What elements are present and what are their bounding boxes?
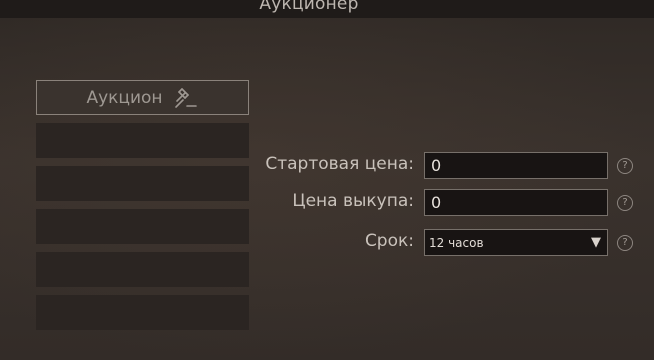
duration-select[interactable]: 12 часов ▼ bbox=[424, 229, 608, 256]
gavel-icon bbox=[173, 85, 199, 111]
buyout-price-help-icon[interactable]: ? bbox=[617, 195, 633, 211]
start-price-help-icon[interactable]: ? bbox=[617, 158, 633, 174]
buyout-price-input[interactable] bbox=[424, 189, 608, 216]
tab-empty-3[interactable] bbox=[36, 209, 249, 244]
duration-label: Срок: bbox=[364, 231, 414, 251]
start-price-label: Стартовая цена: bbox=[265, 154, 414, 174]
tab-auction[interactable]: Аукцион bbox=[36, 80, 249, 115]
start-price-input[interactable] bbox=[424, 152, 608, 179]
tab-empty-2[interactable] bbox=[36, 166, 249, 201]
tab-list: Аукцион bbox=[36, 80, 249, 338]
dropdown-arrow-icon: ▼ bbox=[591, 235, 601, 250]
tab-empty-1[interactable] bbox=[36, 123, 249, 158]
tab-auction-label: Аукцион bbox=[86, 87, 163, 108]
duration-help-icon[interactable]: ? bbox=[617, 235, 633, 251]
duration-selected-value: 12 часов bbox=[429, 235, 484, 250]
buyout-price-label: Цена выкупа: bbox=[292, 191, 414, 211]
window-title: Аукционер bbox=[259, 0, 359, 14]
tab-empty-5[interactable] bbox=[36, 295, 249, 330]
tab-empty-4[interactable] bbox=[36, 252, 249, 287]
